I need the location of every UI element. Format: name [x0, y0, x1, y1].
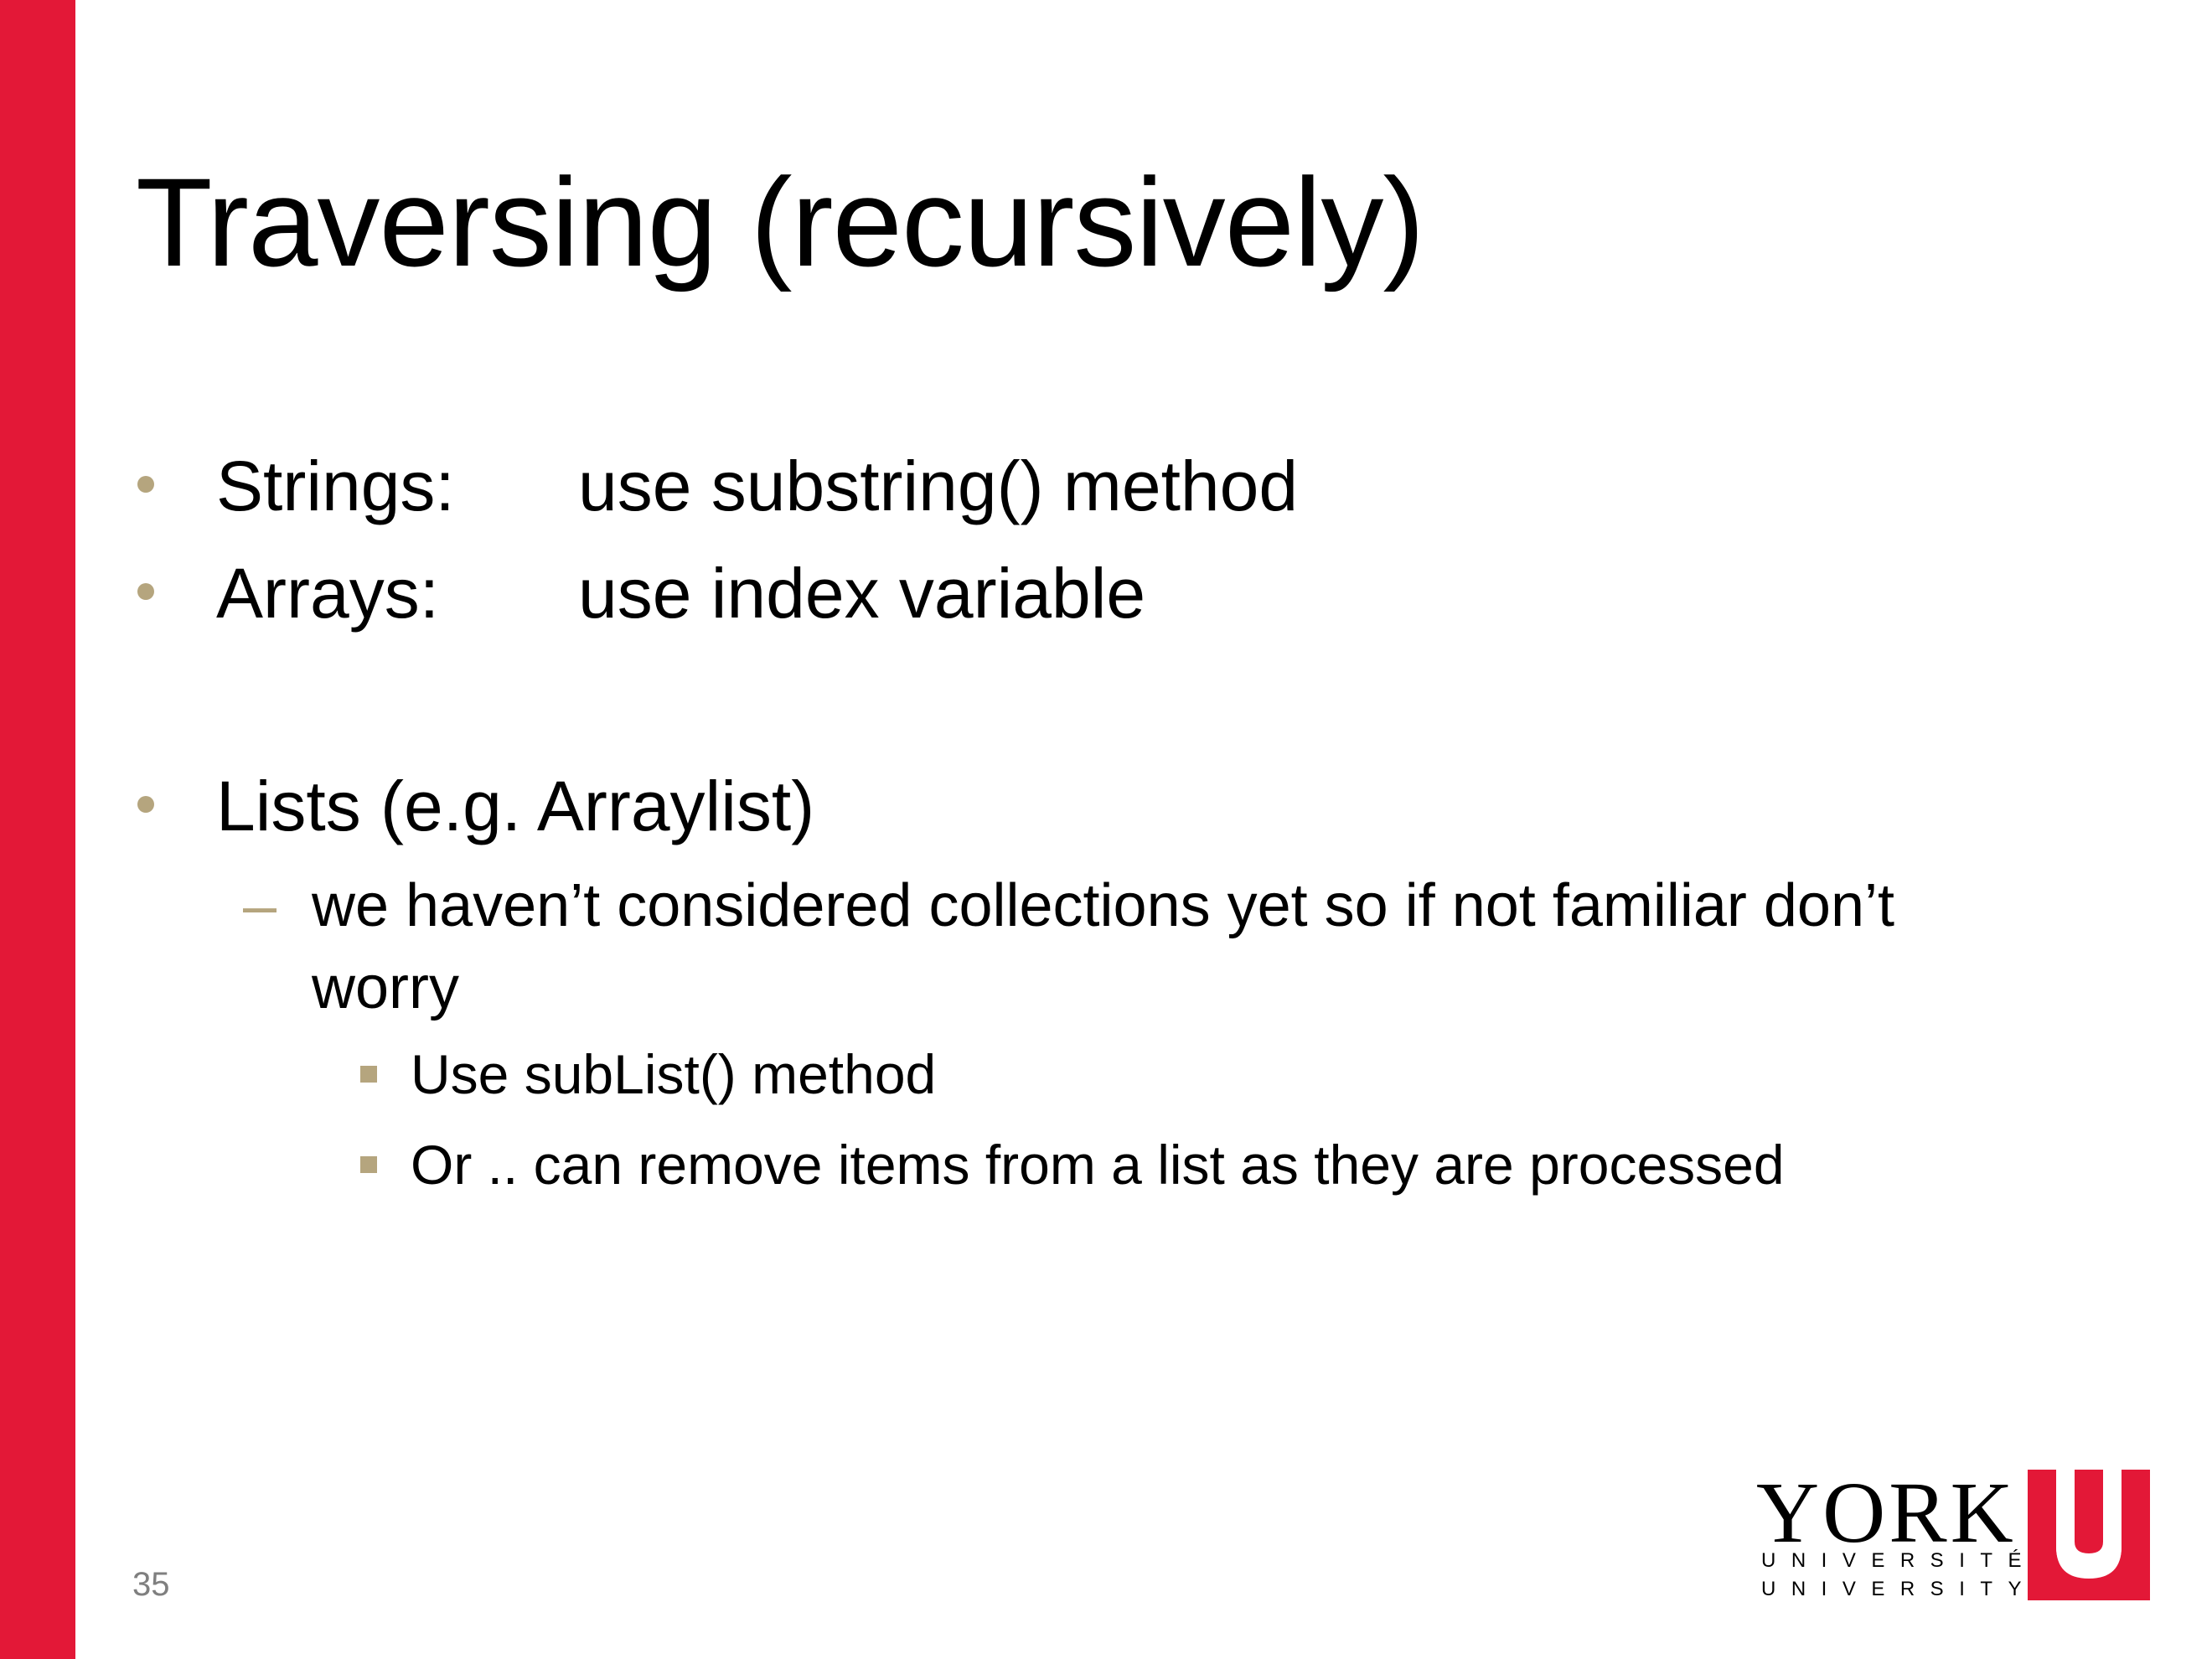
accent-sidebar [0, 0, 75, 1659]
bullet-lists: Lists (e.g. Arraylist) [216, 764, 814, 848]
slide-title: Traversing (recursively) [136, 152, 1424, 292]
logo-line-en: UNIVERSITY [1761, 1578, 2038, 1600]
bullet-text: use substring() method [578, 447, 1299, 525]
bullet-arrays: Arrays: use index variable [216, 551, 1145, 635]
sub-sub-bullet-sublist: Use subList() method [411, 1043, 937, 1105]
sub-sub-bullet-remove: Or .. can remove items from a list as th… [411, 1134, 1785, 1196]
bullet-term: Lists (e.g. Arraylist) [216, 767, 815, 845]
bullet-term: Arrays: [216, 554, 440, 633]
bullet-dot-icon [137, 476, 154, 493]
dash-bullet-icon: – [243, 872, 277, 939]
logo-line-fr: UNIVERSITÉ [1761, 1549, 2038, 1572]
bullet-term: Strings: [216, 447, 455, 525]
bullet-dot-icon [137, 796, 154, 813]
square-bullet-icon [360, 1066, 377, 1083]
bullet-text: use index variable [578, 554, 1146, 633]
york-u-mark-icon [2028, 1470, 2150, 1600]
york-university-logo: YORK UNIVERSITÉ UNIVERSITY [1756, 1470, 2150, 1609]
bullet-dot-icon [137, 583, 154, 600]
square-bullet-icon [360, 1156, 377, 1173]
logo-wordmark: YORK [1756, 1465, 2017, 1561]
bullet-strings: Strings: use substring() method [216, 444, 1298, 528]
sub-bullet-text: we haven’t considered collections yet so… [312, 872, 1894, 1021]
page-number: 35 [132, 1566, 170, 1603]
